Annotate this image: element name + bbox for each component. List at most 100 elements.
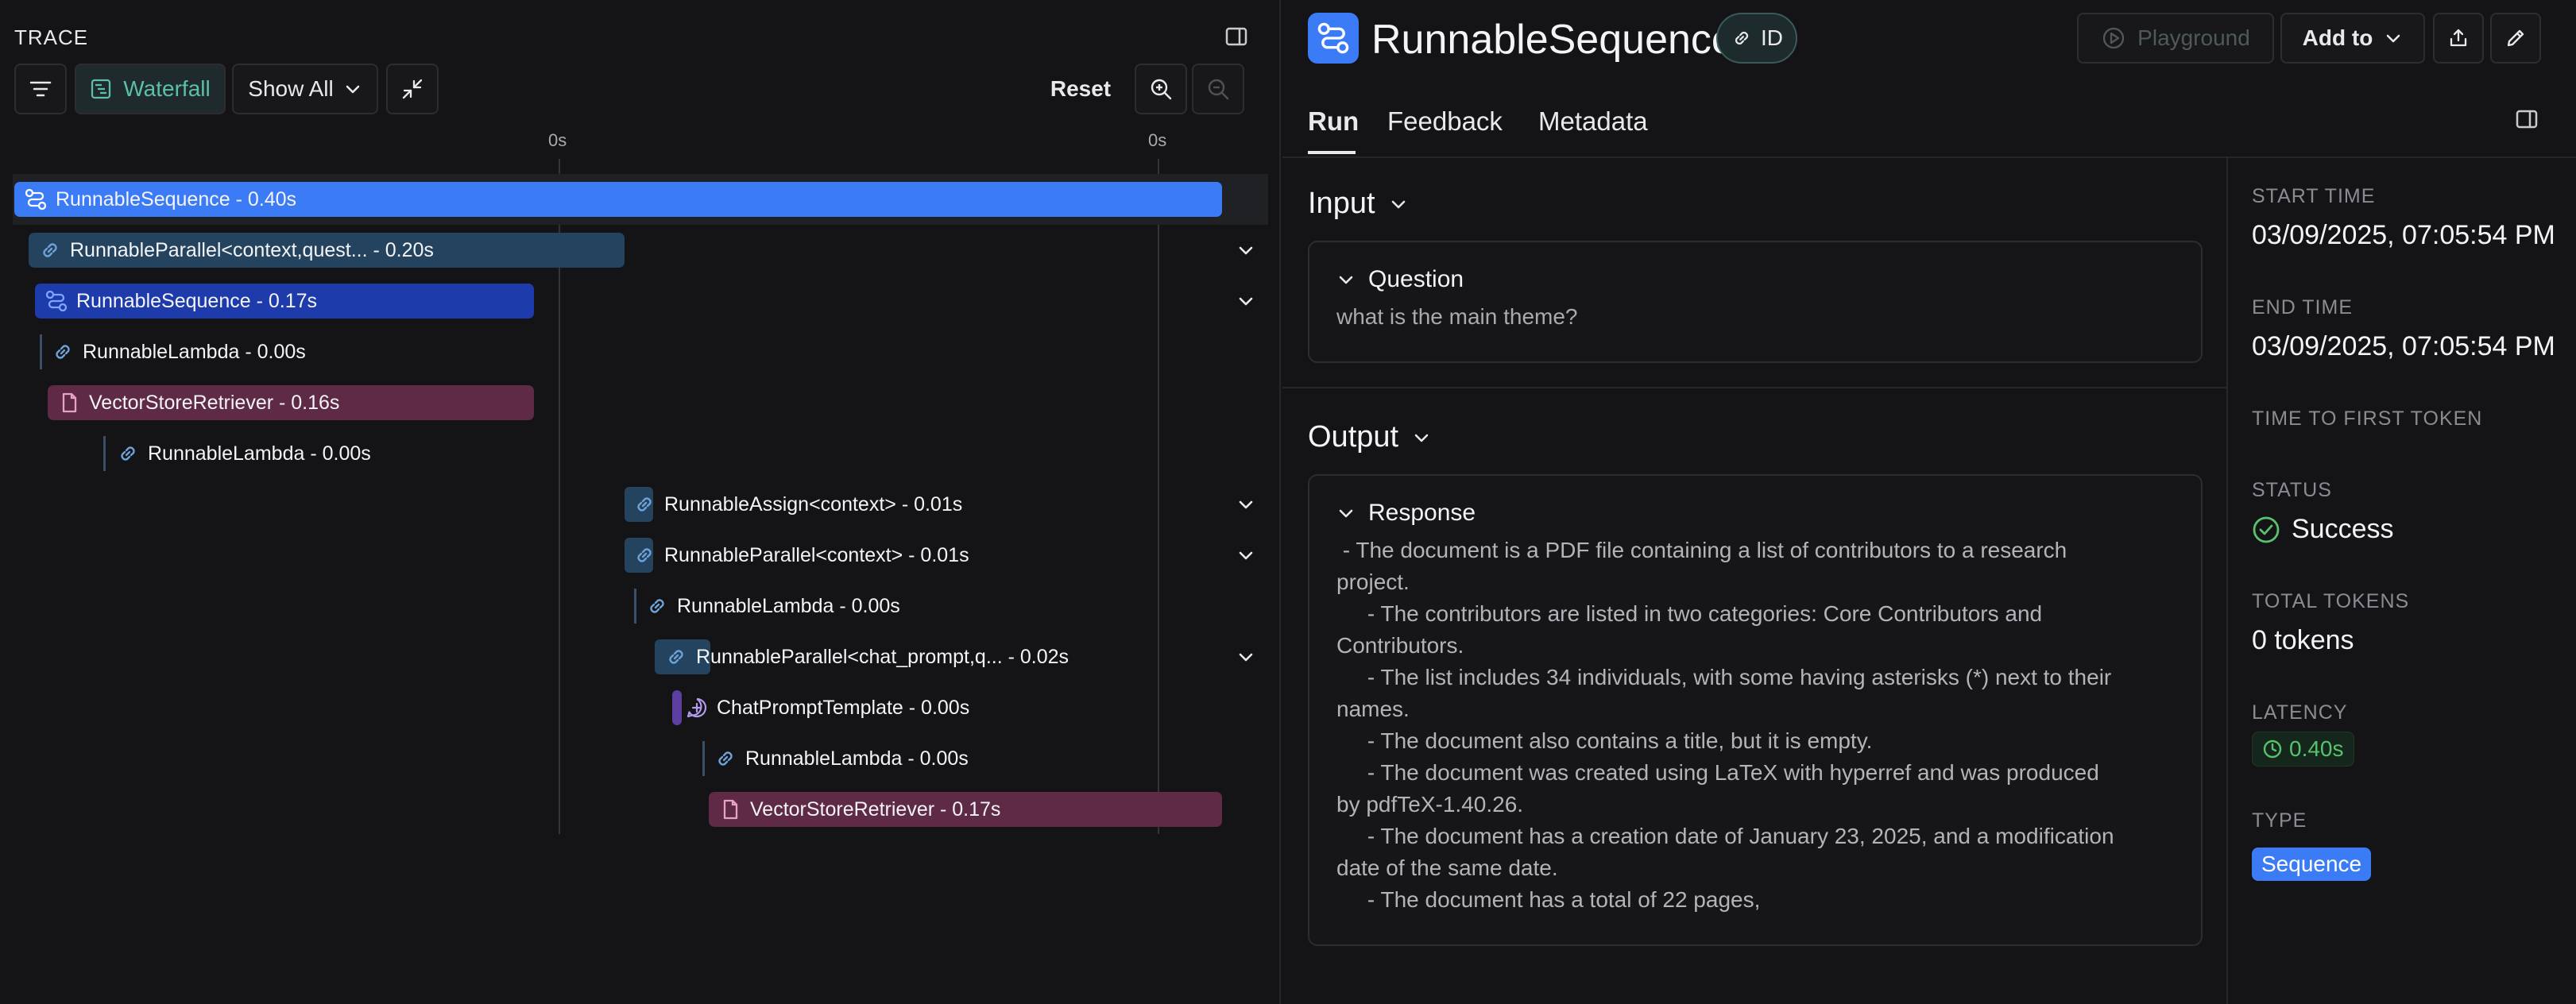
chevron-down-icon (343, 79, 362, 98)
question-toggle[interactable]: Question (1336, 266, 1464, 293)
trace-row-label: RunnableParallel<context> - 0.01s (664, 543, 969, 566)
link-icon (116, 442, 140, 465)
trace-row-runnable-sequence[interactable]: RunnableSequence - 0.17s (35, 284, 534, 319)
panel-toggle-icon[interactable] (1224, 24, 1249, 49)
trace-row-runnable-parallel[interactable]: RunnableParallel<context,quest... - 0.20… (29, 233, 625, 268)
trace-row-label: ChatPromptTemplate - 0.00s (717, 696, 970, 719)
chevron-down-icon[interactable] (1235, 646, 1257, 668)
tab-run[interactable]: Run (1308, 106, 1359, 137)
question-value: what is the main theme? (1336, 304, 1578, 329)
total-tokens-label: TOTAL TOKENS (2252, 590, 2410, 612)
end-time-value: 03/09/2025, 07:05:54 PM (2252, 331, 2555, 361)
latency-label: LATENCY (2252, 701, 2348, 724)
sequence-icon (1308, 13, 1359, 64)
trace-row-label: RunnableParallel<context,quest... - 0.20… (70, 238, 434, 261)
trace-row-runnable-lambda[interactable]: RunnableLambda - 0.00s (645, 589, 900, 624)
link-icon (1731, 27, 1753, 49)
tab-feedback[interactable]: Feedback (1387, 106, 1503, 137)
chevron-down-icon (1336, 270, 1356, 289)
id-label: ID (1761, 25, 1783, 50)
reset-button[interactable]: Reset (1033, 64, 1128, 114)
trace-row-runnable-lambda[interactable]: RunnableLambda - 0.00s (51, 334, 306, 369)
trace-row-runnable-lambda[interactable]: RunnableLambda - 0.00s (714, 741, 969, 776)
response-line: - The document has a creation date of Ja… (1336, 824, 2114, 848)
trace-row-vectorstore-retriever[interactable]: VectorStoreRetriever - 0.17s (709, 792, 1222, 827)
input-card: Question what is the main theme? (1308, 241, 2203, 363)
playground-button[interactable]: Playground (2077, 13, 2274, 64)
latency-badge: 0.40s (2252, 732, 2354, 767)
add-to-dropdown[interactable]: Add to (2280, 13, 2425, 64)
end-time-label: END TIME (2252, 296, 2353, 319)
active-tab-indicator (1308, 151, 1356, 154)
timeline-tick-label: 0s (1148, 130, 1167, 150)
link-icon (632, 492, 656, 516)
latency-value: 0.40s (2289, 736, 2344, 761)
trace-row-label: RunnableSequence - 0.17s (76, 289, 318, 312)
trace-row-label: RunnableParallel<chat_prompt,q... - 0.02… (696, 645, 1069, 668)
response-line: - The document also contains a title, bu… (1336, 728, 1873, 753)
trace-row-label: RunnableLambda - 0.00s (148, 442, 371, 465)
share-button[interactable] (2433, 13, 2484, 64)
trace-title: TRACE (14, 25, 89, 49)
collapse-button[interactable] (386, 64, 439, 114)
output-section-title: Output (1308, 420, 1399, 454)
filter-lines-icon (29, 79, 52, 98)
total-tokens-value: 0 tokens (2252, 625, 2354, 655)
type-badge: Sequence (2252, 848, 2372, 881)
chevron-down-icon (1336, 504, 1356, 523)
input-section-toggle[interactable]: Input (1308, 187, 1409, 221)
section-divider (1282, 387, 2226, 388)
chevron-down-icon[interactable] (1235, 290, 1257, 312)
trace-panel: TRACE Waterfall Show All Reset 0s 0s Run… (0, 0, 1281, 1004)
response-line: - The document was created using LaTeX w… (1336, 760, 2099, 785)
response-toggle[interactable]: Response (1336, 500, 1476, 527)
output-section-toggle[interactable]: Output (1308, 420, 1432, 454)
trace-row-chat-prompt-template[interactable]: ChatPromptTemplate - 0.00s (685, 690, 969, 725)
trace-row-vectorstore-retriever[interactable]: VectorStoreRetriever - 0.16s (48, 385, 534, 420)
zoom-out-icon (1206, 77, 1230, 101)
link-icon (51, 340, 75, 364)
edit-button[interactable] (2490, 13, 2541, 64)
response-line: by pdfTeX-1.40.26. (1336, 792, 1524, 817)
link-icon (645, 594, 669, 618)
chevron-down-icon[interactable] (1235, 544, 1257, 566)
trace-row-runnable-parallel[interactable]: RunnableParallel<context> - 0.01s (632, 538, 969, 573)
chevron-down-icon (2384, 29, 2403, 48)
duration-marker (103, 436, 106, 471)
run-metadata-sidebar: START TIME 03/09/2025, 07:05:54 PM END T… (2226, 158, 2576, 1004)
tab-metadata[interactable]: Metadata (1538, 106, 1648, 137)
timeline-tick-label: 0s (548, 130, 567, 150)
trace-row-runnable-lambda[interactable]: RunnableLambda - 0.00s (116, 436, 371, 471)
trace-row-runnable-assign[interactable]: RunnableAssign<context> - 0.01s (632, 487, 962, 522)
run-detail-panel: RunnableSequence ID Playground Add to Ru… (1282, 0, 2576, 1004)
trace-row-runnable-parallel[interactable]: RunnableParallel<chat_prompt,q... - 0.02… (664, 639, 1069, 674)
type-label: TYPE (2252, 809, 2307, 832)
show-all-label: Show All (248, 76, 334, 101)
copy-id-button[interactable]: ID (1716, 13, 1797, 64)
zoom-in-button[interactable] (1135, 64, 1187, 114)
response-line: names. (1336, 697, 1410, 721)
filter-button[interactable] (14, 64, 67, 114)
duration-marker (702, 741, 705, 776)
zoom-in-icon (1149, 77, 1173, 101)
response-label: Response (1368, 500, 1476, 526)
chevron-down-icon[interactable] (1235, 493, 1257, 516)
response-line: - The document has a total of 22 pages, (1336, 887, 1761, 912)
question-label: Question (1368, 266, 1464, 292)
trace-row-label: VectorStoreRetriever - 0.16s (89, 391, 340, 414)
show-all-dropdown[interactable]: Show All (232, 64, 378, 114)
check-circle-icon (2252, 516, 2280, 544)
status-text: Success (2292, 514, 2394, 544)
chevron-down-icon[interactable] (1235, 239, 1257, 261)
waterfall-button[interactable]: Waterfall (75, 64, 226, 114)
trace-row-runnable-sequence[interactable]: RunnableSequence - 0.40s (14, 182, 1222, 217)
zoom-out-button[interactable] (1192, 64, 1244, 114)
playground-label: Playground (2137, 25, 2250, 50)
sidebar-toggle-icon[interactable] (2514, 106, 2539, 132)
collapse-arrows-icon (401, 78, 424, 100)
trace-row-label: RunnableSequence - 0.40s (56, 187, 297, 210)
chevron-down-icon (1411, 427, 1432, 448)
trace-row-label: RunnableLambda - 0.00s (83, 340, 306, 363)
status-label: STATUS (2252, 479, 2332, 501)
link-icon (664, 645, 688, 669)
